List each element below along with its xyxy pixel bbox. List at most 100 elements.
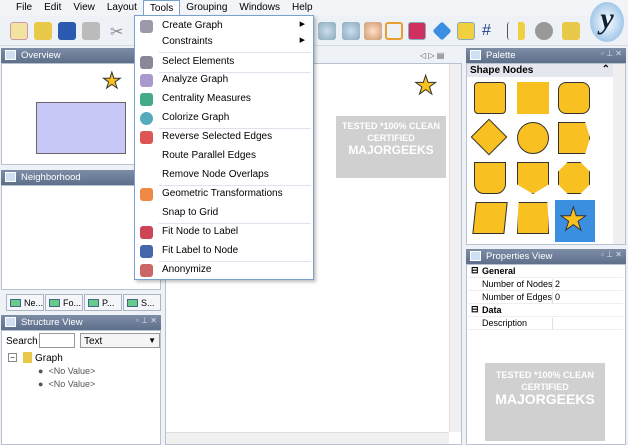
menu-item-centrality[interactable]: Centrality Measures <box>135 90 313 109</box>
grid-icon[interactable]: # <box>482 22 500 40</box>
menu-windows[interactable]: Windows <box>233 0 286 16</box>
orthogonal-edges-icon[interactable] <box>457 22 475 40</box>
menu-item-geometric[interactable]: Geometric Transformations <box>135 185 313 204</box>
geometric-icon <box>140 188 153 201</box>
search-input[interactable] <box>39 333 75 348</box>
shape-diamond[interactable] <box>470 118 508 156</box>
structure-pane: Search Text ▼ − Graph ● <No Value> ● <No … <box>1 330 161 445</box>
overview-title: Overview <box>21 50 61 61</box>
tree-root[interactable]: Graph <box>35 353 63 364</box>
selected-shape[interactable]: ★ <box>555 200 595 242</box>
filter-value: Text <box>84 336 103 347</box>
menu-view[interactable]: View <box>67 0 101 16</box>
zoom-out-icon[interactable] <box>364 22 382 40</box>
shape-round-rect[interactable] <box>558 82 590 114</box>
property-row[interactable]: Number of Edges 0 <box>468 291 623 304</box>
port-icon[interactable] <box>507 22 525 40</box>
palette-scrollbar[interactable] <box>613 64 625 244</box>
panel-controls[interactable]: ▫ ⊥ ✕ <box>601 250 622 259</box>
new-icon[interactable] <box>10 22 28 40</box>
menu-item-constraints[interactable]: Constraints ▶ <box>135 33 313 52</box>
fit-content-icon[interactable] <box>385 22 403 40</box>
tree-item[interactable]: ● <No Value> <box>38 366 95 376</box>
menu-item-route-parallel[interactable]: Route Parallel Edges <box>135 147 313 166</box>
menu-edit[interactable]: Edit <box>38 0 67 16</box>
shape-hexagon[interactable] <box>558 122 590 154</box>
property-row[interactable]: Description <box>468 317 623 330</box>
section-general[interactable]: ⊟ General <box>468 265 623 278</box>
tab-folding[interactable]: Fo... <box>45 294 83 311</box>
tab-label: S... <box>141 298 155 308</box>
menu-item-anonymize[interactable]: Anonymize <box>135 261 313 280</box>
menu-item-select-elements[interactable]: Select Elements <box>135 53 313 72</box>
structure-title: Structure View <box>21 317 83 328</box>
group-icon[interactable] <box>535 22 553 40</box>
properties-title: Properties View <box>486 251 553 262</box>
tab-s[interactable]: S... <box>123 294 161 311</box>
filter-select[interactable]: Text ▼ <box>80 333 160 348</box>
save-icon[interactable] <box>58 22 76 40</box>
shape-rounded-rect[interactable] <box>474 82 506 114</box>
vertical-scrollbar[interactable] <box>449 64 461 432</box>
anonymize-icon <box>140 264 153 277</box>
navigate-icon[interactable] <box>432 21 452 41</box>
menu-item-fit-label[interactable]: Fit Label to Node <box>135 242 313 261</box>
overview-viewport[interactable] <box>36 102 126 154</box>
collapse-icon[interactable]: ⌃ <box>602 64 610 75</box>
tab-p[interactable]: P... <box>84 294 122 311</box>
shape-rectangle[interactable] <box>517 82 549 114</box>
menu-layout[interactable]: Layout <box>101 0 143 16</box>
overview-star-node: ★ <box>102 68 123 94</box>
cut-icon[interactable]: ✂ <box>110 22 128 41</box>
edit-mode-icon[interactable] <box>408 22 426 40</box>
tools-menu: Create Graph ▶ Constraints ▶ Select Elemen… <box>134 15 314 280</box>
shape-shield[interactable] <box>517 162 549 194</box>
menu-item-fit-node[interactable]: Fit Node to Label <box>135 223 313 242</box>
menu-help[interactable]: Help <box>286 0 319 16</box>
wand-icon[interactable] <box>562 22 580 40</box>
menu-tools[interactable]: Tools <box>142 0 181 16</box>
shape-parallelogram[interactable] <box>472 202 508 234</box>
menu-item-reverse-edges[interactable]: Reverse Selected Edges <box>135 128 313 147</box>
menu-grouping[interactable]: Grouping <box>180 0 233 16</box>
palette-section[interactable]: Shape Nodes ⌃ <box>467 64 614 77</box>
panel-controls[interactable]: ▫ ⊥ ✕ <box>136 316 157 325</box>
chevron-down-icon: ▼ <box>148 336 156 345</box>
horizontal-scrollbar[interactable] <box>166 432 449 444</box>
menu-item-analyze-graph[interactable]: Analyze Graph <box>135 71 313 90</box>
watermark: TESTED *100% CLEAN CERTIFIED MAJORGEEKS <box>336 116 446 178</box>
property-row[interactable]: Number of Nodes 2 <box>468 278 623 291</box>
menu-item-snap-grid[interactable]: Snap to Grid <box>135 204 313 223</box>
tab-neighborhood[interactable]: Ne... <box>6 294 44 311</box>
collapse-icon[interactable]: ⊟ <box>471 304 479 315</box>
open-icon[interactable] <box>34 22 52 40</box>
shape-ellipse[interactable] <box>517 122 549 154</box>
zoom-actual-icon[interactable] <box>318 22 336 40</box>
tree-item-label: <No Value> <box>48 366 96 376</box>
zoom-in-icon[interactable] <box>342 22 360 40</box>
collapse-icon[interactable]: − <box>8 353 17 362</box>
shape-wave[interactable] <box>474 162 506 194</box>
properties-header: Properties View ▫ ⊥ ✕ <box>466 249 626 264</box>
tab-nav-controls[interactable]: ◁ ▷ ▤ <box>420 51 444 60</box>
shape-trapezoid[interactable] <box>517 202 549 234</box>
tab-label: Fo... <box>63 298 82 308</box>
folder-icon <box>23 352 32 363</box>
yed-logo: y <box>590 2 624 42</box>
collapse-icon[interactable]: ⊟ <box>471 265 479 276</box>
tree-item[interactable]: ● <No Value> <box>38 379 95 389</box>
menu-item-colorize[interactable]: Colorize Graph <box>135 109 313 128</box>
print-icon[interactable] <box>82 22 100 40</box>
structure-header: Structure View ▫ ⊥ ✕ <box>1 315 161 330</box>
panel-controls[interactable]: ▫ ⊥ ✕ <box>601 49 622 58</box>
menu-file[interactable]: File <box>10 0 38 16</box>
reverse-edges-icon <box>140 131 153 144</box>
search-label: Search <box>6 336 38 347</box>
properties-pane: ⊟ General Number of Nodes 2 Number of Edge… <box>466 264 626 445</box>
menu-item-remove-overlaps[interactable]: Remove Node Overlaps <box>135 166 313 185</box>
palette-header: Palette ▫ ⊥ ✕ <box>466 48 626 63</box>
section-data[interactable]: ⊟ Data <box>468 304 623 317</box>
fit-node-icon <box>140 226 153 239</box>
shape-octagon[interactable] <box>558 162 590 194</box>
star-node[interactable]: ★ <box>413 70 437 101</box>
